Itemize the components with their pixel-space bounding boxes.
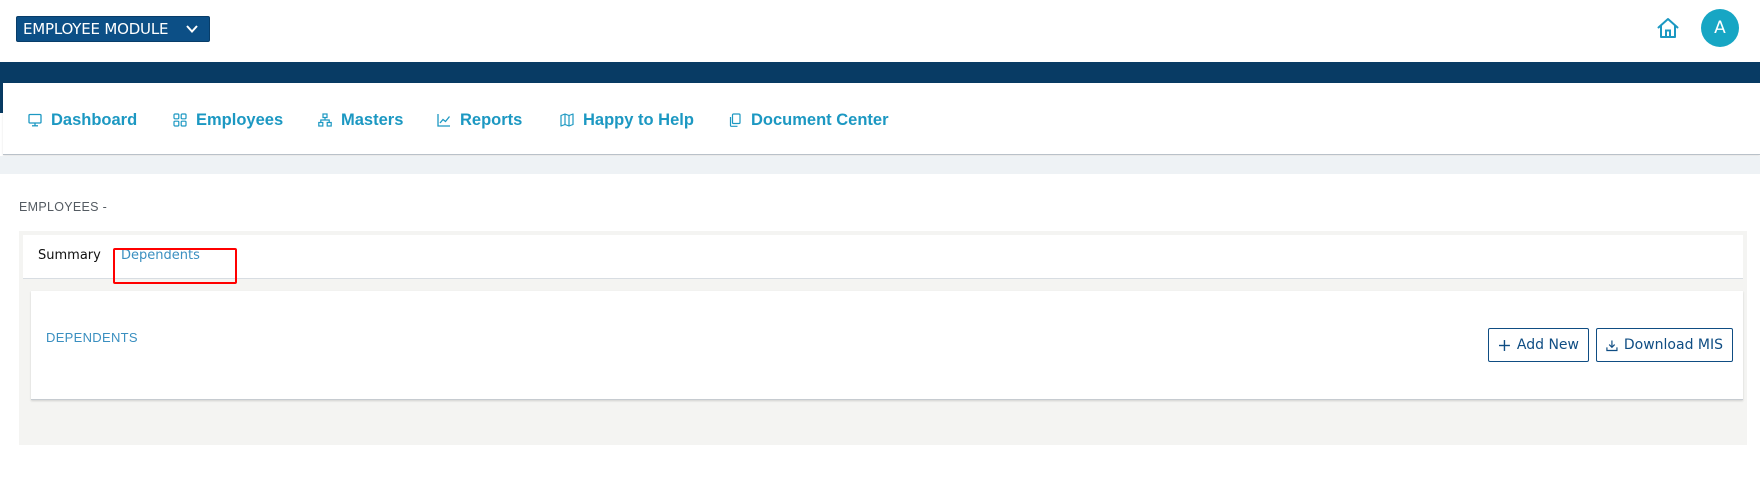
nav-item-label: Document Center: [751, 110, 889, 129]
grid-icon: [173, 113, 187, 127]
nav-item-label: Reports: [460, 110, 523, 129]
nav-item-label: Masters: [341, 110, 404, 129]
module-select-button[interactable]: EMPLOYEE MODULE: [16, 16, 210, 42]
map-icon: [560, 113, 574, 127]
nav-item-employees[interactable]: Employees: [173, 109, 283, 131]
nav-item-label: Dashboard: [51, 110, 138, 129]
page-title: EMPLOYEES -: [19, 200, 108, 214]
card-title: DEPENDENTS: [46, 330, 138, 345]
monitor-icon: [28, 113, 42, 127]
top-header: EMPLOYEE MODULE A: [0, 0, 1760, 62]
documents-icon: [729, 113, 741, 127]
section-divider: [0, 156, 1760, 174]
chart-line-icon: [437, 114, 451, 127]
tab-dependents[interactable]: Dependents: [121, 248, 200, 263]
module-select-label: EMPLOYEE MODULE: [23, 20, 169, 38]
tab-bar: Summary Dependents: [23, 235, 1743, 279]
home-icon[interactable]: [1656, 16, 1680, 40]
add-new-label: Add New: [1516, 337, 1579, 353]
nav-item-reports[interactable]: Reports: [437, 109, 522, 131]
download-mis-label: Download MIS: [1623, 337, 1723, 353]
hierarchy-icon: [318, 113, 332, 127]
user-avatar[interactable]: A: [1701, 9, 1739, 47]
nav-item-happy-to-help[interactable]: Happy to Help: [560, 109, 694, 131]
avatar-initial: A: [1714, 18, 1726, 38]
main-content: EMPLOYEES - Summary Dependents DEPENDENT…: [3, 174, 1760, 477]
add-new-button[interactable]: Add New: [1488, 328, 1589, 362]
nav-item-label: Happy to Help: [583, 110, 694, 129]
download-mis-button[interactable]: Download MIS: [1596, 328, 1733, 362]
dependents-card: DEPENDENTS Add New Download MIS: [31, 291, 1743, 400]
plus-icon: [1498, 339, 1510, 351]
nav-item-label: Employees: [196, 110, 284, 129]
header-band: [0, 62, 1760, 83]
download-icon: [1606, 339, 1618, 351]
tabs-container: Summary Dependents DEPENDENTS Add New Do…: [19, 231, 1747, 445]
main-navigation: Dashboard Employees Masters Reports Happ…: [3, 83, 1760, 155]
chevron-down-icon: [186, 25, 198, 33]
nav-item-document-center[interactable]: Document Center: [728, 109, 889, 131]
nav-item-masters[interactable]: Masters: [318, 109, 403, 131]
nav-item-dashboard[interactable]: Dashboard: [28, 109, 137, 131]
tab-summary[interactable]: Summary: [38, 248, 101, 263]
